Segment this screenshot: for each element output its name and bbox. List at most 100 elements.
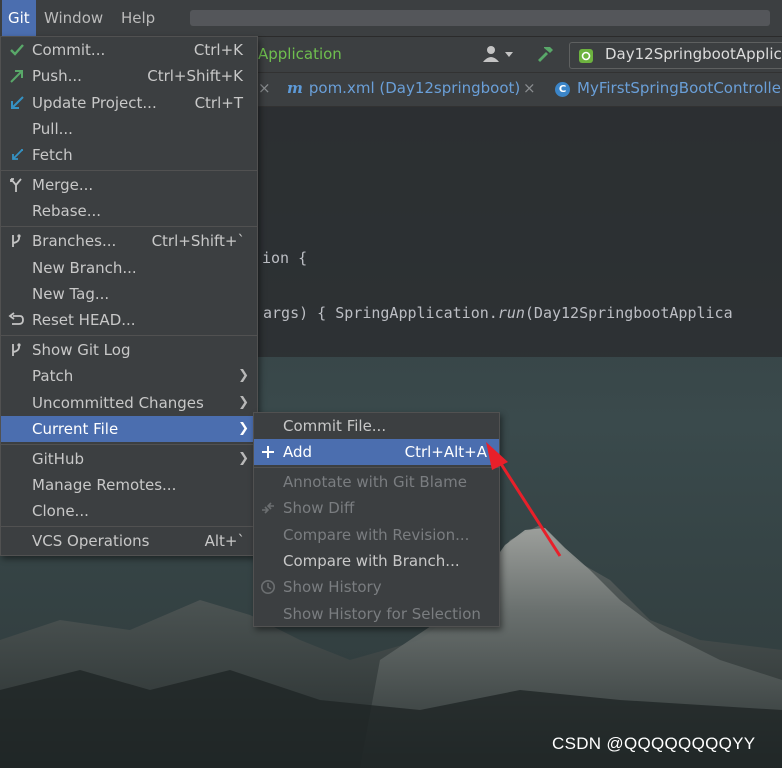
menu-item-new-branch[interactable]: New Branch... [1, 255, 257, 281]
menu-item-commit[interactable]: Commit... Ctrl+K [1, 37, 257, 63]
menu-git[interactable]: Git [2, 0, 36, 36]
submenu-item-commit-file[interactable]: Commit File... [254, 413, 499, 439]
menu-item-label: Annotate with Git Blame [283, 473, 467, 491]
menu-item-label: Fetch [32, 146, 73, 164]
code-class: SpringApplication. [335, 304, 498, 322]
submenu-item-show-history-selection[interactable]: Show History for Selection [254, 601, 499, 627]
menu-item-label: Rebase... [32, 202, 102, 220]
menu-item-label: Add [283, 443, 313, 461]
submenu-item-annotate-git-blame[interactable]: Annotate with Git Blame [254, 469, 499, 495]
submenu-item-compare-branch[interactable]: Compare with Branch... [254, 548, 499, 574]
class-icon: C [555, 82, 570, 97]
chevron-right-icon: ❯ [238, 451, 249, 466]
menu-item-label: Compare with Revision... [283, 526, 470, 544]
chevron-right-icon: ❯ [238, 368, 249, 383]
menu-separator [1, 226, 257, 227]
submenu-item-show-history[interactable]: Show History [254, 574, 499, 600]
fetch-arrow-icon [12, 149, 23, 160]
shortcut-label: Alt+` [204, 532, 245, 550]
run-configuration-label: Day12SpringbootApplic [605, 45, 782, 63]
menu-item-vcs-operations[interactable]: VCS Operations Alt+` [1, 528, 257, 554]
menu-item-fetch[interactable]: Fetch [1, 142, 257, 168]
shortcut-label: Ctrl+T [194, 94, 243, 112]
tab-label: MyFirstSpringBootControlle [577, 79, 781, 97]
menu-item-new-tag[interactable]: New Tag... [1, 281, 257, 307]
menu-separator [1, 444, 257, 445]
submenu-item-show-diff[interactable]: Show Diff [254, 495, 499, 521]
menu-item-show-git-log[interactable]: Show Git Log [1, 337, 257, 363]
tab-label: pom.xml (Day12springboot) [308, 79, 521, 97]
tab-controller[interactable]: C MyFirstSpringBootControlle [555, 79, 781, 97]
menu-item-label: Reset HEAD... [32, 311, 136, 329]
tab-pom-xml[interactable]: m pom.xml (Day12springboot) [287, 79, 520, 97]
menu-item-label: Manage Remotes... [32, 476, 177, 494]
breadcrumb-application[interactable]: Application [258, 45, 342, 63]
menu-item-push[interactable]: Push... Ctrl+Shift+K [1, 63, 257, 89]
menu-separator [1, 526, 257, 527]
chevron-right-icon: ❯ [238, 395, 249, 410]
menu-item-patch[interactable]: Patch ❯ [1, 363, 257, 389]
menu-item-label: Push... [32, 67, 82, 85]
menu-item-label: Show Diff [283, 499, 355, 517]
menu-item-manage-remotes[interactable]: Manage Remotes... [1, 472, 257, 498]
menu-item-branches[interactable]: Branches... Ctrl+Shift+` [1, 228, 257, 254]
menu-item-reset-head[interactable]: Reset HEAD... [1, 307, 257, 333]
menu-item-label: Pull... [32, 120, 73, 138]
menu-item-label: Current File [32, 420, 119, 438]
menu-separator [1, 170, 257, 171]
run-configuration-selector[interactable]: Day12SpringbootApplic [569, 42, 782, 69]
menu-item-label: VCS Operations [32, 532, 150, 550]
menu-item-pull[interactable]: Pull... [1, 116, 257, 142]
chevron-right-icon: ❯ [238, 421, 249, 436]
menu-help[interactable]: Help [115, 0, 161, 36]
menu-separator [1, 335, 257, 336]
menu-item-label: Update Project... [32, 94, 157, 112]
menu-item-label: Branches... [32, 232, 117, 250]
spring-boot-icon [579, 49, 593, 63]
menu-item-label: Merge... [32, 176, 94, 194]
reset-icon [8, 312, 24, 325]
menu-item-label: Commit File... [283, 417, 387, 435]
menu-item-rebase[interactable]: Rebase... [1, 198, 257, 224]
menu-item-label: Patch [32, 367, 74, 385]
user-dropdown-icon[interactable] [482, 44, 514, 64]
menu-item-label: GitHub [32, 450, 84, 468]
menu-item-label: Clone... [32, 502, 89, 520]
close-icon[interactable]: × [258, 79, 271, 97]
menu-item-merge[interactable]: Merge... [1, 172, 257, 198]
plus-icon [262, 446, 274, 458]
menu-item-label: Show History [283, 578, 382, 596]
menu-window[interactable]: Window [38, 0, 109, 36]
submenu-item-compare-revision[interactable]: Compare with Revision... [254, 522, 499, 548]
shortcut-label: Ctrl+Alt+A [404, 443, 487, 461]
close-icon[interactable]: × [523, 79, 536, 97]
main-menu-bar: Git Window Help [0, 0, 782, 37]
menu-item-update-project[interactable]: Update Project... Ctrl+T [1, 90, 257, 116]
code-line: args) { SpringApplication.run(Day12Sprin… [263, 304, 733, 322]
code-rest: (Day12SpringbootApplica [524, 304, 733, 322]
submenu-item-add[interactable]: Add Ctrl+Alt+A [254, 439, 499, 465]
watermark-text: CSDN @QQQQQQQQYY [552, 734, 756, 753]
menu-item-label: Show Git Log [32, 341, 131, 359]
current-file-submenu: Commit File... Add Ctrl+Alt+A Annotate w… [253, 412, 500, 627]
menu-item-label: Show History for Selection [283, 605, 481, 623]
maven-icon: m [287, 79, 303, 97]
blurred-window-title [190, 10, 770, 26]
menu-item-clone[interactable]: Clone... [1, 498, 257, 524]
diff-icon [262, 502, 274, 514]
menu-item-github[interactable]: GitHub ❯ [1, 446, 257, 472]
check-icon [10, 44, 24, 56]
menu-item-label: New Branch... [32, 259, 137, 277]
history-icon [261, 580, 275, 594]
menu-item-uncommitted-changes[interactable]: Uncommitted Changes ❯ [1, 390, 257, 416]
update-arrow-icon [11, 96, 24, 109]
shortcut-label: Ctrl+K [193, 41, 243, 59]
menu-item-label: Compare with Branch... [283, 552, 460, 570]
build-hammer-icon[interactable] [535, 44, 555, 64]
git-menu: Commit... Ctrl+K Push... Ctrl+Shift+K Up… [0, 36, 258, 556]
menu-item-current-file[interactable]: Current File ❯ [1, 416, 257, 442]
branch-icon [12, 234, 21, 247]
menu-item-label: Commit... [32, 41, 106, 59]
menu-item-label: New Tag... [32, 285, 110, 303]
branch-icon [12, 343, 21, 356]
